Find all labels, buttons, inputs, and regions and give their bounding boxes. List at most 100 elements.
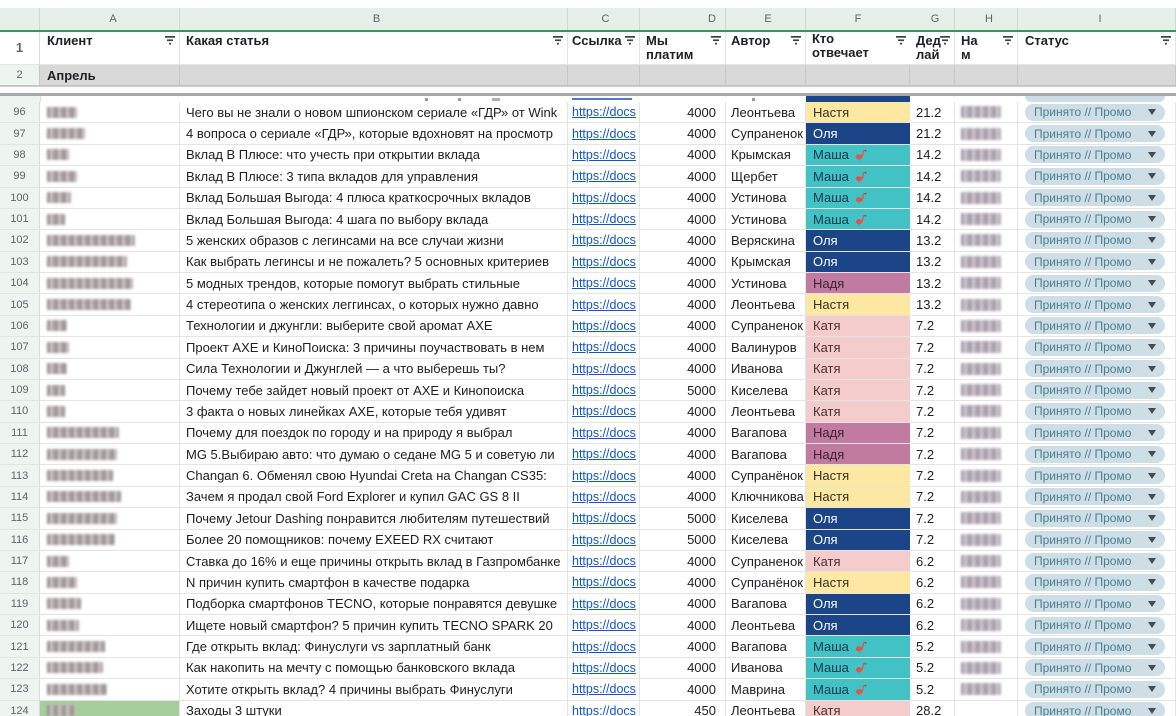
author-cell[interactable]: Вагапова	[726, 594, 806, 615]
row-number[interactable]: 103	[0, 252, 40, 273]
column-header-a[interactable]: A	[40, 8, 180, 30]
client-cell[interactable]	[40, 465, 180, 486]
article-cell[interactable]: Более 20 помощников: почему EXEED RX счи…	[180, 530, 568, 551]
client-cell[interactable]	[40, 572, 180, 593]
doc-link[interactable]: https://docs	[572, 661, 636, 675]
owner-cell[interactable]: Маша	[806, 209, 910, 230]
author-cell[interactable]: Леонтьева	[726, 294, 806, 315]
deadline-cell[interactable]: 6.2	[910, 615, 955, 636]
owner-cell[interactable]: Настя	[806, 572, 910, 593]
deadline-cell[interactable]: 7.2	[910, 508, 955, 529]
month-empty-cell[interactable]	[568, 65, 640, 86]
author-cell[interactable]: Киселева	[726, 380, 806, 401]
status-dropdown[interactable]: Принято // Промо	[1025, 168, 1165, 185]
header-link-cell[interactable]: Ссылка	[568, 32, 640, 65]
month-empty-cell[interactable]	[1018, 65, 1176, 86]
link-cell[interactable]: https://docs	[568, 401, 640, 422]
nam-cell[interactable]	[955, 401, 1018, 422]
nam-cell[interactable]	[955, 594, 1018, 615]
status-dropdown[interactable]: Принято // Промо	[1025, 253, 1165, 270]
owner-cell[interactable]: Настя	[806, 294, 910, 315]
owner-cell[interactable]: Катя	[806, 337, 910, 358]
client-cell[interactable]	[40, 508, 180, 529]
column-header-h[interactable]: H	[955, 8, 1018, 30]
status-cell[interactable]: Принято // Промо	[1018, 294, 1176, 315]
status-dropdown[interactable]: Принято // Промо	[1025, 146, 1165, 163]
row-number[interactable]: 122	[0, 658, 40, 679]
column-header-e[interactable]: E	[726, 8, 806, 30]
article-cell[interactable]: Подборка смартфонов TECNO, которые понра…	[180, 594, 568, 615]
doc-link[interactable]: https://docs	[572, 276, 636, 290]
status-cell[interactable]: Принято // Промо	[1018, 615, 1176, 636]
owner-cell[interactable]: Оля	[806, 230, 910, 251]
author-cell[interactable]: Супраненок	[726, 316, 806, 337]
status-cell[interactable]: Принято // Промо	[1018, 230, 1176, 251]
owner-cell[interactable]: Маша	[806, 145, 910, 166]
client-cell[interactable]	[40, 487, 180, 508]
author-cell[interactable]: Супранёнок	[726, 572, 806, 593]
author-cell[interactable]: Щербет	[726, 166, 806, 187]
client-cell[interactable]	[40, 294, 180, 315]
client-cell[interactable]	[40, 615, 180, 636]
client-cell[interactable]	[40, 701, 180, 716]
status-dropdown[interactable]: Принято // Промо	[1025, 467, 1165, 484]
author-cell[interactable]: Леонтьева	[726, 615, 806, 636]
link-cell[interactable]: https://docs	[568, 658, 640, 679]
month-empty-cell[interactable]	[180, 65, 568, 86]
filter-icon[interactable]	[1160, 35, 1172, 49]
status-dropdown[interactable]: Принято // Промо	[1025, 382, 1165, 399]
status-dropdown[interactable]: Принято // Промо	[1025, 702, 1165, 716]
author-cell[interactable]: Киселева	[726, 530, 806, 551]
month-empty-cell[interactable]	[726, 65, 806, 86]
pay-cell[interactable]: 4000	[640, 102, 726, 123]
owner-cell[interactable]: Маша	[806, 658, 910, 679]
status-dropdown[interactable]: Принято // Промо	[1025, 659, 1165, 676]
link-cell[interactable]: https://docs	[568, 380, 640, 401]
pay-cell[interactable]: 5000	[640, 380, 726, 401]
status-dropdown[interactable]: Принято // Промо	[1025, 424, 1165, 441]
link-cell[interactable]: https://docs	[568, 209, 640, 230]
status-cell[interactable]: Принято // Промо	[1018, 209, 1176, 230]
author-cell[interactable]: Леонтьева	[726, 102, 806, 123]
status-dropdown[interactable]: Принято // Промо	[1025, 360, 1165, 377]
status-dropdown[interactable]: Принято // Промо	[1025, 275, 1165, 292]
row-number[interactable]: 121	[0, 636, 40, 657]
status-cell[interactable]: Принято // Промо	[1018, 423, 1176, 444]
month-label-cell[interactable]: Апрель	[40, 65, 180, 86]
link-cell[interactable]: https://docs	[568, 359, 640, 380]
nam-cell[interactable]	[955, 188, 1018, 209]
pay-cell[interactable]: 5000	[640, 530, 726, 551]
link-cell[interactable]: https://docs	[568, 145, 640, 166]
status-cell[interactable]: Принято // Промо	[1018, 594, 1176, 615]
pay-cell[interactable]: 4000	[640, 273, 726, 294]
month-empty-cell[interactable]	[955, 65, 1018, 86]
article-cell[interactable]: Зачем я продал свой Ford Explorer и купи…	[180, 487, 568, 508]
author-cell[interactable]: Вагапова	[726, 423, 806, 444]
filter-icon[interactable]	[939, 35, 951, 49]
client-cell[interactable]	[40, 230, 180, 251]
row-number[interactable]: 117	[0, 551, 40, 572]
status-cell[interactable]: Принято // Промо	[1018, 145, 1176, 166]
pay-cell[interactable]: 4000	[640, 679, 726, 700]
doc-link[interactable]: https://docs	[572, 362, 636, 376]
status-cell[interactable]: Принято // Промо	[1018, 337, 1176, 358]
nam-cell[interactable]	[955, 701, 1018, 716]
doc-link[interactable]: https://docs	[572, 255, 636, 269]
pay-cell[interactable]: 4000	[640, 230, 726, 251]
client-cell[interactable]	[40, 679, 180, 700]
article-cell[interactable]: Почему тебе зайдет новый проект от AXE и…	[180, 380, 568, 401]
filter-icon[interactable]	[552, 35, 564, 49]
column-header-g[interactable]: G	[910, 8, 955, 30]
status-dropdown[interactable]: Принято // Промо	[1025, 189, 1165, 206]
link-cell[interactable]: https://docs	[568, 572, 640, 593]
article-cell[interactable]: Changan 6. Обменял свою Hyundai Creta на…	[180, 465, 568, 486]
status-dropdown[interactable]: Принято // Промо	[1025, 317, 1165, 334]
deadline-cell[interactable]: 7.2	[910, 401, 955, 422]
row-number[interactable]: 97	[0, 123, 40, 144]
pay-cell[interactable]: 4000	[640, 166, 726, 187]
column-header-c[interactable]: C	[568, 8, 640, 30]
owner-cell[interactable]: Катя	[806, 316, 910, 337]
client-cell[interactable]	[40, 188, 180, 209]
row-number[interactable]: 100	[0, 188, 40, 209]
owner-cell[interactable]: Катя	[806, 701, 910, 716]
